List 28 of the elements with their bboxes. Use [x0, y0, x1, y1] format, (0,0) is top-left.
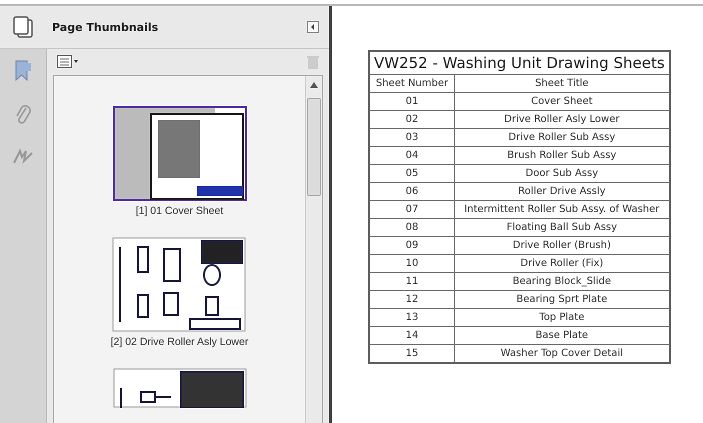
table-cell: 07: [369, 200, 454, 218]
pages-icon[interactable]: [12, 15, 34, 39]
column-header: Sheet Number: [369, 74, 454, 92]
page-thumbnail[interactable]: [112, 368, 246, 408]
table-cell: 05: [369, 164, 454, 182]
page-thumbnail[interactable]: [112, 237, 246, 332]
bookmark-icon[interactable]: [13, 59, 33, 83]
table-cell: 09: [369, 236, 454, 254]
table-cell: 08: [369, 218, 454, 236]
panel-title: Page Thumbnails: [51, 20, 160, 34]
paperclip-icon[interactable]: [14, 103, 32, 127]
options-icon[interactable]: [57, 55, 79, 69]
scrollbar-thumb[interactable]: [307, 98, 321, 196]
table-cell: 01: [369, 92, 454, 110]
table-cell: 02: [369, 110, 454, 128]
thumbnail-caption: [2] 02 Drive Roller Asly Lower: [110, 336, 248, 350]
collapse-icon[interactable]: [307, 21, 319, 33]
thumbnail-caption: [1] 01 Cover Sheet: [136, 205, 224, 219]
table-cell: 12: [369, 290, 454, 308]
table-cell: 04: [369, 146, 454, 164]
table-cell: 10: [369, 254, 454, 272]
scroll-up-icon[interactable]: [310, 82, 318, 88]
table-cell: 03: [369, 128, 454, 146]
table-cell: 14: [369, 326, 454, 344]
table-cell: 13: [369, 308, 454, 326]
table-cell: 06: [369, 182, 454, 200]
table-cell: 11: [369, 272, 454, 290]
page-thumbnail[interactable]: [112, 106, 246, 201]
